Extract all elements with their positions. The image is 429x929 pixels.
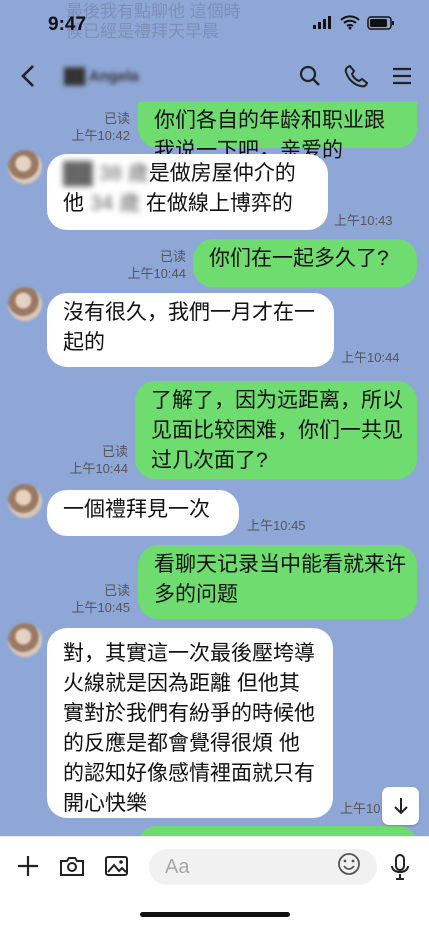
avatar[interactable] xyxy=(8,287,42,321)
message-input-placeholder: Aa xyxy=(165,855,190,878)
message-bubble-incoming: 對，其實這一次最後壓垮導火線就是因為距離 但他其實對於我們有紛爭的時候他的反應是… xyxy=(47,628,333,818)
home-indicator xyxy=(140,912,290,917)
menu-icon[interactable] xyxy=(389,63,415,89)
message-read-time: 已读 上午10:44 xyxy=(69,444,128,476)
message-read-time: 已读 上午10:44 xyxy=(127,249,186,281)
camera-icon[interactable] xyxy=(57,851,87,881)
message-input[interactable]: Aa xyxy=(149,849,377,885)
image-icon[interactable] xyxy=(101,851,131,881)
back-arrow-icon[interactable] xyxy=(14,61,42,91)
message-bubble-incoming: 一個禮拜見一次 xyxy=(47,490,239,536)
avatar[interactable] xyxy=(8,623,42,657)
chat-history[interactable]: 你们各自的年龄和职业跟我说一下吧，亲爱的 已读 上午10:42 ██ 38 歲是做… xyxy=(0,0,429,845)
message-time: 上午10:43 xyxy=(334,213,393,228)
header-actions xyxy=(297,63,415,89)
scroll-down-button[interactable] xyxy=(382,787,419,825)
message-bubble-outgoing: 看聊天记录当中能看就来许多的问题 xyxy=(138,545,417,619)
signal-icon xyxy=(313,16,333,34)
status-bar: 9:47 xyxy=(0,0,429,50)
composer-bar: Aa xyxy=(0,836,429,929)
message-bubble-outgoing: 你们在一起多久了? xyxy=(193,239,417,287)
status-icons xyxy=(313,15,395,35)
avatar[interactable] xyxy=(8,150,42,184)
wifi-icon xyxy=(340,15,360,35)
phone-icon[interactable] xyxy=(343,63,369,89)
message-read-time: 已读 上午10:42 xyxy=(71,111,130,143)
contact-name: ██ Angela xyxy=(64,67,139,85)
message-bubble-incoming: ██ 38 歲是做房屋仲介的他 34 歲 在做線上博弈的 xyxy=(47,154,328,230)
message-read-time: 已读 上午10:45 xyxy=(71,583,130,615)
message-bubble-incoming: 沒有很久，我們一月才在一起的 xyxy=(47,293,334,367)
plus-icon[interactable] xyxy=(13,851,43,881)
message-bubble-outgoing: 你们各自的年龄和职业跟我说一下吧，亲爱的 xyxy=(138,101,417,162)
search-icon[interactable] xyxy=(297,63,323,89)
composer-tools xyxy=(13,847,131,885)
chat-header: ██ Angela xyxy=(0,50,429,102)
message-time: 上午10:45 xyxy=(247,518,306,533)
emoji-icon[interactable] xyxy=(337,852,361,882)
battery-icon xyxy=(367,15,395,35)
avatar[interactable] xyxy=(8,484,42,518)
microphone-icon[interactable] xyxy=(386,852,414,882)
message-bubble-outgoing: 了解了，因为远距离，所以见面比较困难，你们一共见过几次面了? xyxy=(135,381,417,479)
message-time: 上午10:44 xyxy=(341,350,400,365)
status-time: 9:47 xyxy=(48,14,87,35)
line-chat-screen: { "status_bar": {"time": "9:47"}, "heade… xyxy=(0,0,429,929)
